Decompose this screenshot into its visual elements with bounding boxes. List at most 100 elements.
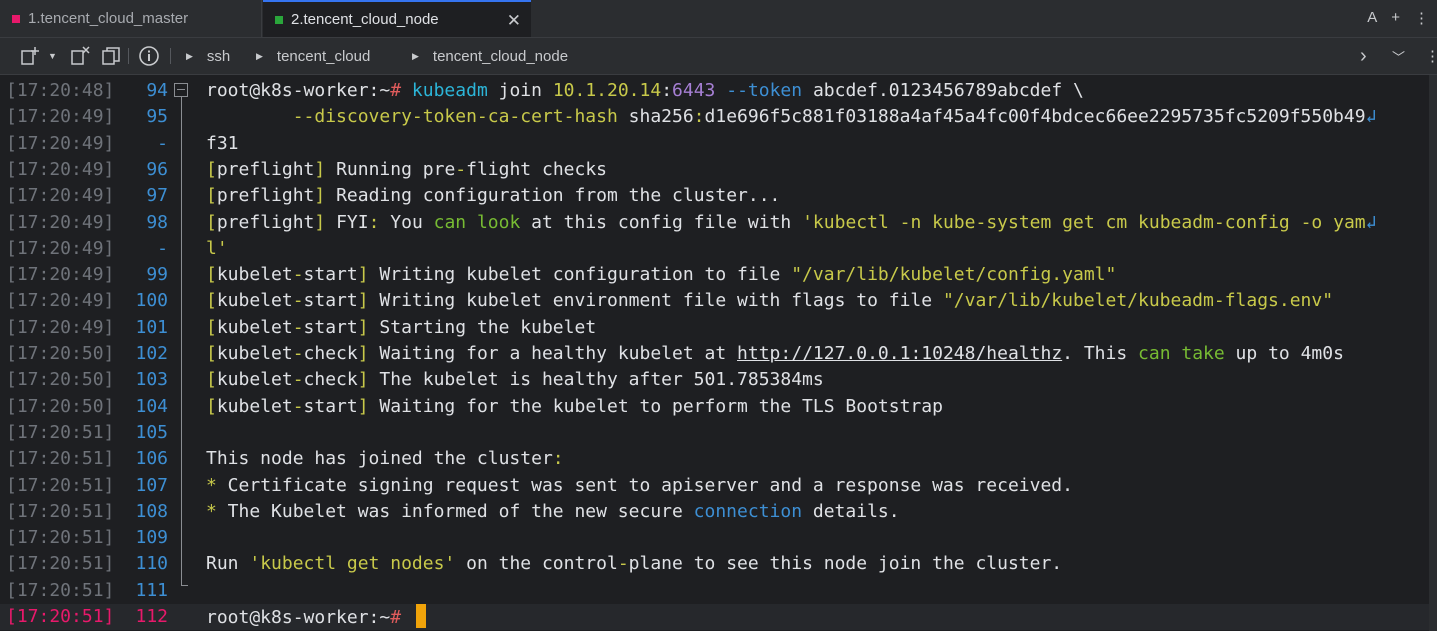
text-segment: * (206, 474, 217, 496)
text-segment: ] (357, 264, 369, 286)
text-segment: plane to see this node join the cluster. (628, 553, 1063, 575)
text-segment: --discovery-token-ca-cert-hash (206, 106, 629, 128)
text-segment: [ (206, 158, 217, 180)
line-text: [kubelet-check] The kubelet is healthy a… (206, 367, 824, 393)
line-text: * Certificate signing request was sent t… (206, 473, 1073, 499)
chevron-down-icon[interactable]: ﹀ (1392, 38, 1405, 74)
text-segment: connection (693, 500, 803, 522)
chevron-right-icon[interactable]: › (1360, 38, 1367, 74)
text-segment: ] (314, 185, 326, 207)
text-segment: kubelet (216, 264, 293, 286)
url-link[interactable]: http://127.0.0.1:10248/healthz (737, 343, 1062, 364)
line-number: 99 (146, 264, 168, 286)
text-segment: - (617, 553, 629, 575)
line-number: 107 (135, 474, 168, 496)
close-tab-icon[interactable]: ✕ (507, 11, 521, 31)
text-segment: [ (206, 185, 217, 207)
text-segment: Certificate signing request was sent to … (216, 474, 1073, 496)
line-number: 98 (146, 211, 168, 233)
text-segment: [ (206, 316, 217, 338)
font-size-button[interactable]: A (1367, 9, 1377, 27)
new-tab-button[interactable]: + (1391, 9, 1400, 27)
timestamp: [17:20:49] (6, 132, 115, 154)
line-text: [kubelet-check] Waiting for a healthy ku… (206, 341, 1344, 367)
text-segment: details. (802, 500, 900, 522)
line-number: - (157, 132, 168, 154)
text-segment: [ (206, 264, 217, 286)
text-segment: 10.1.20.14 (552, 80, 662, 101)
text-segment: ] (357, 316, 369, 338)
text-segment: up to 4m0s (1224, 343, 1344, 364)
line-number: 97 (146, 185, 168, 207)
duplicate-icon[interactable] (101, 38, 121, 74)
close-split-icon[interactable] (70, 38, 90, 74)
text-segment: The kubelet is healthy after 501.785384m… (368, 369, 824, 391)
timestamp: [17:20:50] (6, 395, 115, 417)
text-segment: # (390, 607, 412, 628)
text-segment: join (487, 80, 553, 101)
terminal-line: [17:20:49] 99 [kubelet-start] Writing kube… (0, 262, 1437, 288)
tab-bar-actions: A + ⋮ (1367, 9, 1429, 27)
line-number: - (157, 237, 168, 259)
breadcrumb-tencent-cloud[interactable]: ▶ tencent_cloud (256, 38, 370, 74)
tab-tencent-cloud-master[interactable]: 1.tencent_cloud_master (0, 0, 262, 37)
text-segment: l' (206, 237, 228, 259)
text-segment: : (552, 448, 564, 470)
text-segment: You (379, 211, 434, 233)
terminal-line: [17:20:49] 96 [preflight] Running pre-flig… (0, 157, 1437, 183)
text-segment: - (292, 395, 304, 417)
terminal-output[interactable]: [17:20:48] 94 root@k8s-worker:~# kubeadm j… (0, 75, 1437, 631)
line-number: 103 (135, 369, 168, 391)
line-number: 102 (135, 343, 168, 364)
text-segment: "/var/lib/kubelet/kubeadm-flags.env" (942, 290, 1334, 312)
text-segment: 'kubectl get nodes' (249, 553, 456, 575)
text-segment: preflight (216, 185, 315, 207)
text-segment: Starting the kubelet (368, 316, 597, 338)
line-text: [preflight] Running pre-flight checks (206, 157, 607, 183)
text-segment: Writing kubelet environment file with fl… (368, 290, 943, 312)
line-number: 96 (146, 158, 168, 180)
timestamp: [17:20:51] (6, 448, 115, 470)
line-number: 109 (135, 527, 168, 549)
text-segment: kubelet (216, 369, 293, 391)
text-segment: - (292, 369, 304, 391)
line-number: 110 (135, 553, 168, 575)
timestamp: [17:20:51] (6, 474, 115, 496)
text-segment: Run (206, 553, 250, 575)
terminal-line: [17:20:51] 112 root@k8s-worker:~# (0, 604, 1437, 630)
line-number: 94 (146, 80, 168, 101)
split-new-icon[interactable] (20, 38, 40, 74)
text-segment: . This (1062, 343, 1139, 364)
more-icon[interactable]: ⋮ (1425, 38, 1437, 74)
text-segment: : (368, 211, 380, 233)
text-segment: The Kubelet was informed of the new secu… (216, 500, 694, 522)
chevron-down-icon[interactable]: ▼ (48, 38, 57, 74)
text-segment: - (292, 264, 304, 286)
text-segment: - (292, 316, 304, 338)
text-segment: - (292, 290, 304, 312)
terminal-line: [17:20:49] 97 [preflight] Reading configur… (0, 183, 1437, 209)
terminal-line: [17:20:51] 109 (0, 525, 1437, 551)
timestamp: [17:20:51] (6, 606, 115, 627)
terminal-line: [17:20:49] 98 [preflight] FYI: You can loo… (0, 210, 1437, 236)
text-segment: ] (314, 211, 326, 233)
tab-tencent-cloud-node[interactable]: 2.tencent_cloud_node ✕ (263, 0, 531, 37)
text-segment: ] (357, 369, 369, 391)
tab-color-marker (12, 14, 20, 23)
breadcrumb-tencent-cloud-node[interactable]: ▶ tencent_cloud_node (412, 38, 568, 74)
breadcrumb-ssh[interactable]: ▶ ssh (186, 38, 230, 74)
line-text: --discovery-token-ca-cert-hash sha256:d1… (206, 104, 1377, 130)
text-segment: : (693, 106, 705, 128)
text-segment: root@k8s-worker:~ (206, 80, 391, 101)
more-icon[interactable]: ⋮ (1414, 9, 1429, 27)
line-text: [preflight] FYI: You can look at this co… (206, 210, 1376, 236)
timestamp: [17:20:49] (6, 264, 115, 286)
text-segment: kubelet (216, 395, 293, 417)
scrollbar[interactable] (1429, 75, 1437, 631)
text-segment: - (292, 343, 304, 364)
text-segment: 'kubectl -n kube-system get cm kubeadm-c… (802, 211, 1366, 233)
info-icon[interactable] (138, 38, 160, 74)
line-text: f31 (206, 131, 239, 157)
text-segment: preflight (216, 211, 315, 233)
text-segment: check (303, 343, 358, 364)
